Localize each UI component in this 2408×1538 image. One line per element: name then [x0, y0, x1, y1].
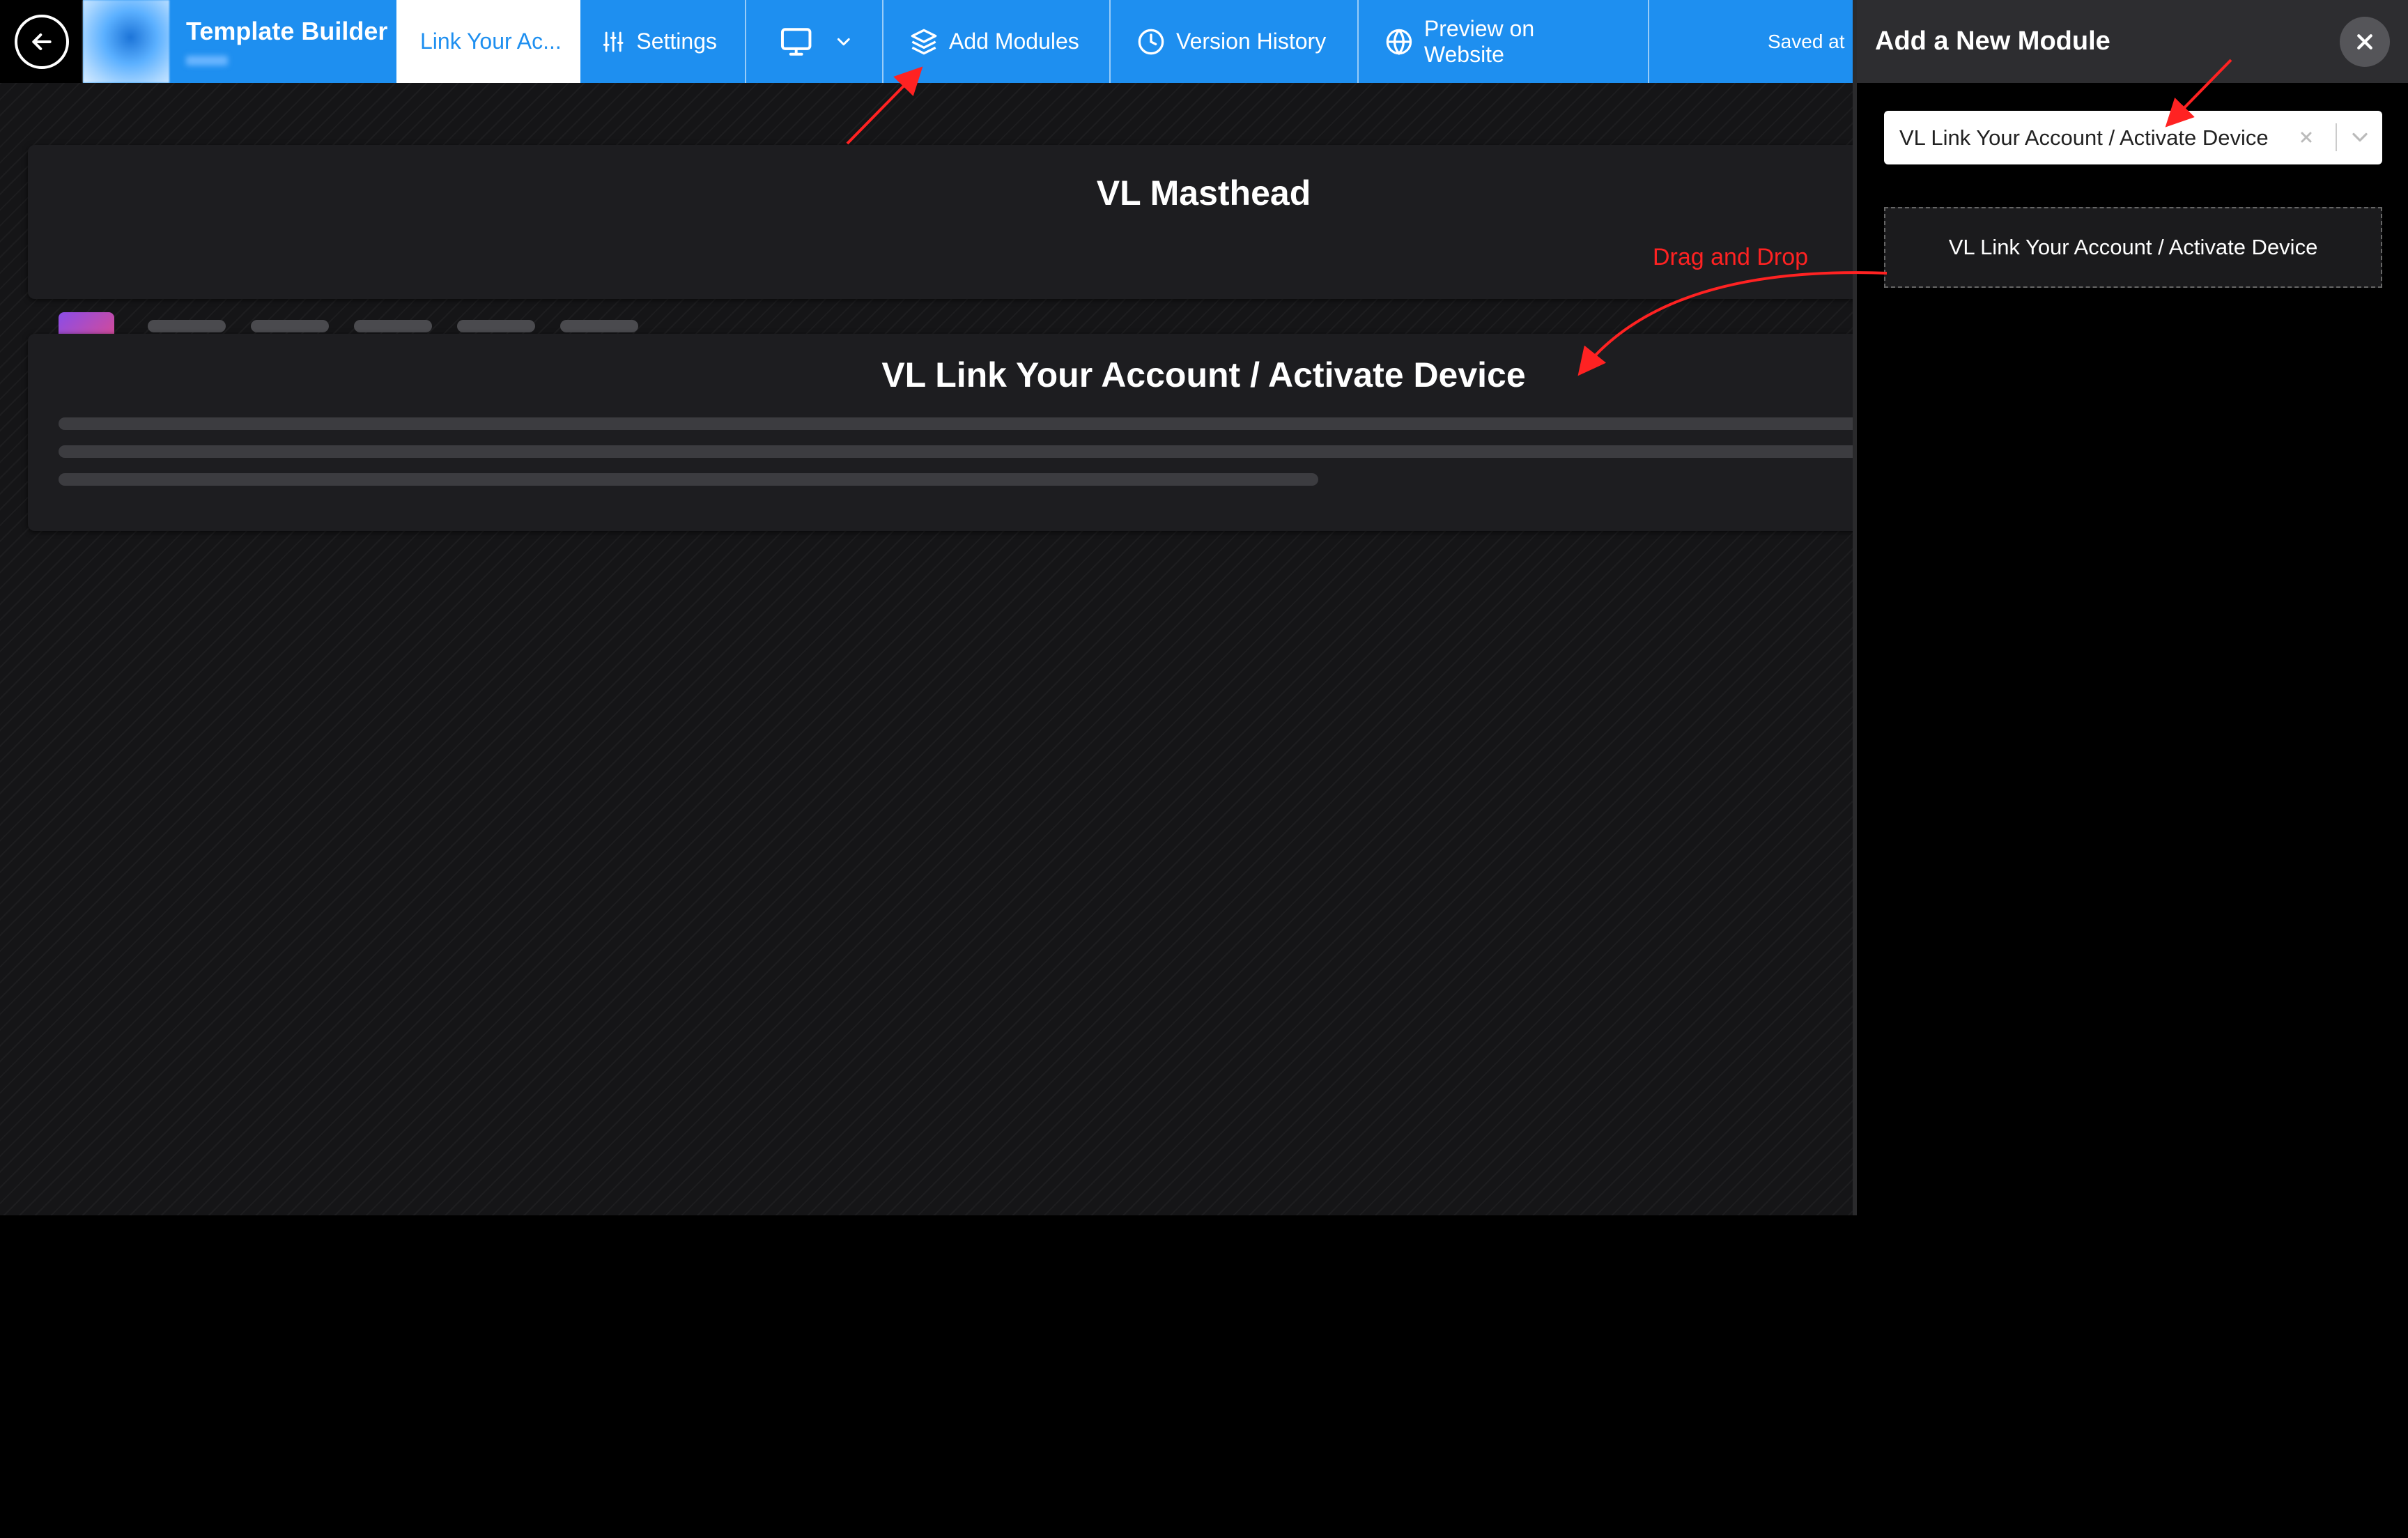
preview-website-button[interactable]: Preview on Website	[1359, 0, 1649, 83]
module-select-value: VL Link Your Account / Activate Device	[1899, 125, 2269, 150]
layers-icon	[911, 29, 937, 54]
globe-icon	[1386, 29, 1412, 55]
panel-header: Add a New Module	[1857, 0, 2408, 83]
add-modules-label: Add Modules	[949, 29, 1079, 54]
nav-placeholder	[560, 320, 638, 332]
device-selector[interactable]	[746, 0, 883, 83]
nav-placeholder	[251, 320, 329, 332]
link-account-module[interactable]: VL Link Your Account / Activate Device	[28, 334, 1884, 531]
drag-and-drop-annotation: Drag and Drop	[1653, 244, 1809, 270]
nav-placeholder	[148, 320, 226, 332]
select-divider	[2336, 123, 2337, 151]
settings-button[interactable]: Settings	[580, 0, 746, 83]
masthead-module[interactable]: VL Masthead	[28, 145, 1867, 351]
template-canvas: VL Masthead VL Link Your Account / Activ…	[0, 83, 1884, 1215]
close-panel-button[interactable]	[2340, 17, 2390, 67]
version-history-button[interactable]: Version History	[1111, 0, 1359, 83]
version-history-label: Version History	[1176, 29, 1327, 54]
chevron-down-icon	[838, 38, 851, 45]
nav-placeholder	[457, 320, 535, 332]
settings-label: Settings	[636, 29, 717, 54]
template-thumbnail	[83, 0, 169, 83]
tab-template-name-label: Link Your Ac...	[420, 29, 562, 54]
draggable-module-item[interactable]: VL Link Your Account / Activate Device	[1884, 207, 2382, 288]
text-line-placeholder	[59, 445, 1884, 458]
arrow-left-icon	[31, 33, 52, 50]
brand-block: Template Builder	[169, 0, 396, 83]
panel-title: Add a New Module	[1875, 26, 2110, 56]
chevron-down-icon[interactable]	[2347, 125, 2372, 150]
top-toolbar: Template Builder Link Your Ac... Setting…	[0, 0, 1853, 83]
text-line-placeholder	[59, 473, 1318, 486]
save-status: Saved at	[1768, 30, 1845, 52]
brand-title: Template Builder	[186, 17, 388, 45]
monitor-icon	[780, 27, 812, 56]
sliders-icon	[603, 31, 624, 52]
close-icon	[2357, 34, 2372, 49]
clear-icon[interactable]	[2294, 123, 2319, 151]
text-line-placeholder	[59, 417, 1884, 430]
back-button[interactable]	[0, 0, 83, 83]
module-select[interactable]: VL Link Your Account / Activate Device	[1884, 111, 2382, 164]
nav-placeholder	[354, 320, 432, 332]
add-module-panel: Add a New Module VL Link Your Account / …	[1853, 0, 2408, 1215]
tab-template-name[interactable]: Link Your Ac...	[396, 0, 580, 83]
brand-subtitle-blurred	[186, 56, 228, 66]
add-modules-button[interactable]: Add Modules	[883, 0, 1111, 83]
clock-icon	[1138, 29, 1164, 54]
preview-website-label: Preview on Website	[1423, 15, 1535, 67]
draggable-module-label: VL Link Your Account / Activate Device	[1948, 235, 2318, 259]
